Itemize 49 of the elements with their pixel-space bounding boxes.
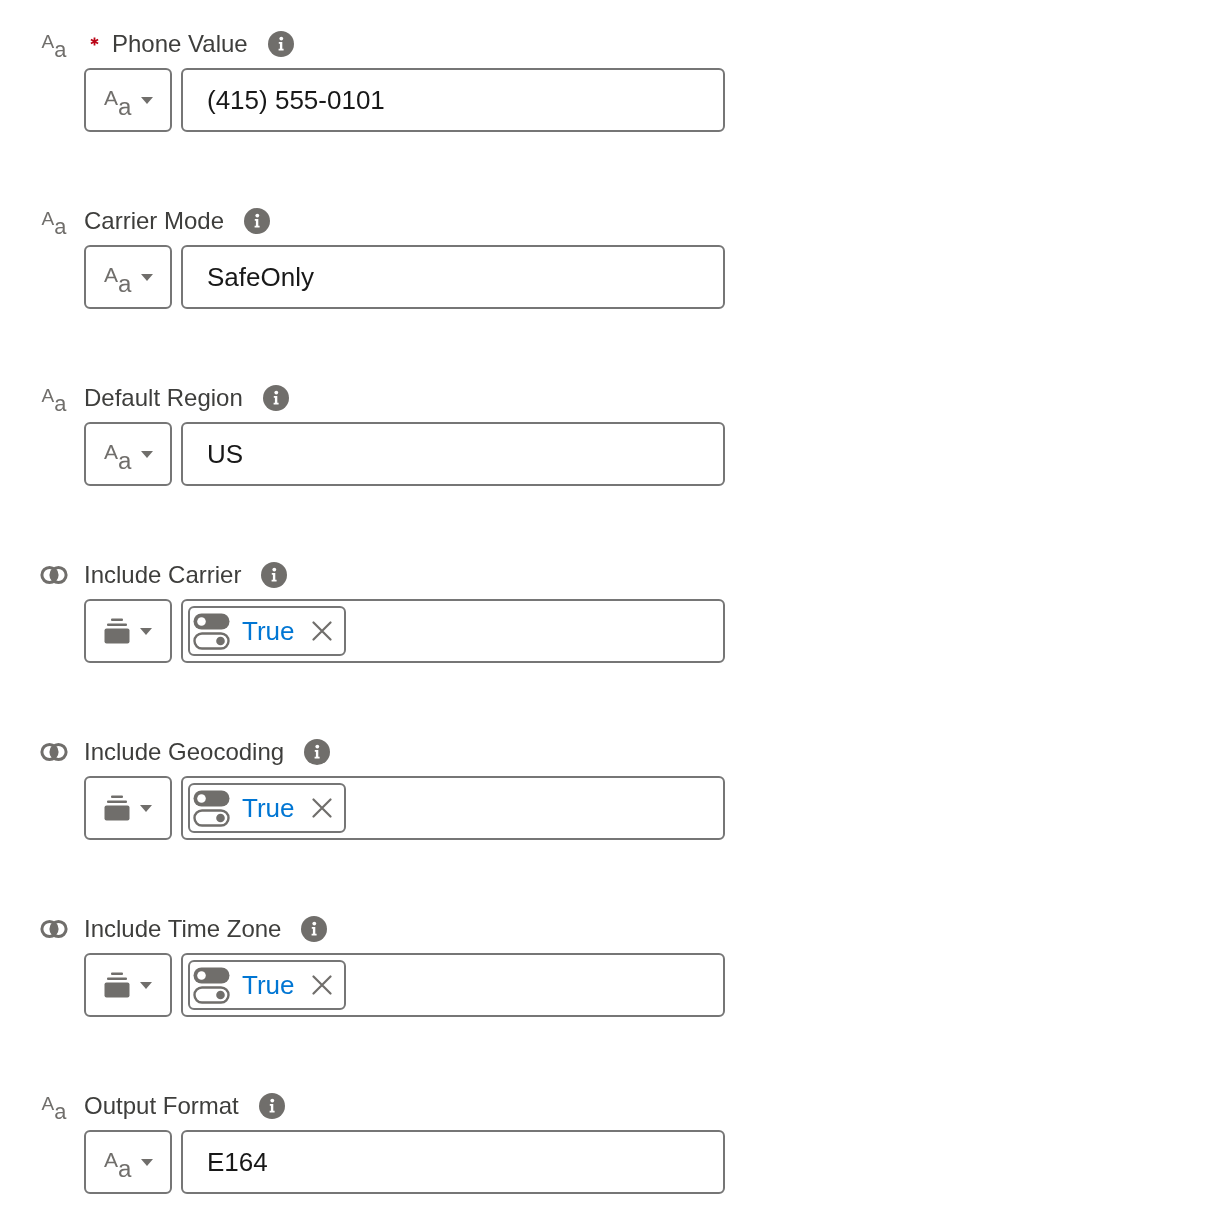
stacked-tray-icon xyxy=(104,618,130,644)
field-label: Include Geocoding xyxy=(84,738,285,766)
info-icon[interactable] xyxy=(304,739,331,765)
caret-icon xyxy=(140,627,152,635)
remove-button[interactable] xyxy=(310,974,333,996)
caret-icon xyxy=(141,450,154,458)
linked-circles-icon xyxy=(40,742,68,762)
caret-icon xyxy=(141,273,154,281)
field-label: Carrier Mode xyxy=(84,207,225,235)
type-picker-button[interactable] xyxy=(84,599,172,663)
type-picker-button[interactable] xyxy=(84,776,172,840)
close-icon xyxy=(311,798,332,818)
linked-circles-icon xyxy=(40,919,68,939)
toggle-switch-icon xyxy=(193,612,230,650)
caret-icon xyxy=(141,96,154,104)
field-label: Output Format xyxy=(84,1092,239,1120)
caret-icon xyxy=(141,1158,154,1166)
field-label: Phone Value xyxy=(112,30,248,58)
caret-icon xyxy=(140,981,152,989)
pill-label: True xyxy=(242,792,295,824)
close-icon xyxy=(311,621,332,641)
toggle-switch-icon xyxy=(193,789,230,827)
text-input[interactable]: (415) 555-0101 xyxy=(181,68,725,132)
field-label: Include Time Zone xyxy=(84,915,282,943)
info-icon[interactable] xyxy=(244,208,271,234)
close-icon xyxy=(311,975,332,995)
field-label: Default Region xyxy=(84,384,243,412)
value-field[interactable]: True xyxy=(181,776,725,840)
text-input[interactable]: E164 xyxy=(181,1130,725,1194)
toggle-switch-icon xyxy=(193,966,230,1004)
value-field[interactable]: True xyxy=(181,953,725,1017)
info-icon[interactable] xyxy=(301,916,328,942)
pill-label: True xyxy=(242,969,295,1001)
remove-button[interactable] xyxy=(310,620,333,642)
pill-label: True xyxy=(242,615,295,647)
info-icon[interactable] xyxy=(261,562,288,588)
text-input[interactable]: US xyxy=(181,422,725,486)
linked-circles-icon xyxy=(40,565,68,585)
info-icon[interactable] xyxy=(258,1093,285,1119)
info-icon[interactable] xyxy=(267,31,294,57)
text-input[interactable]: SafeOnly xyxy=(181,245,725,309)
info-icon[interactable] xyxy=(262,385,289,411)
stacked-tray-icon xyxy=(104,795,130,821)
caret-icon xyxy=(140,804,152,812)
remove-button[interactable] xyxy=(310,797,333,819)
stacked-tray-icon xyxy=(104,972,130,998)
type-picker-button[interactable] xyxy=(84,953,172,1017)
field-label: Include Carrier xyxy=(84,561,242,589)
value-field[interactable]: True xyxy=(181,599,725,663)
